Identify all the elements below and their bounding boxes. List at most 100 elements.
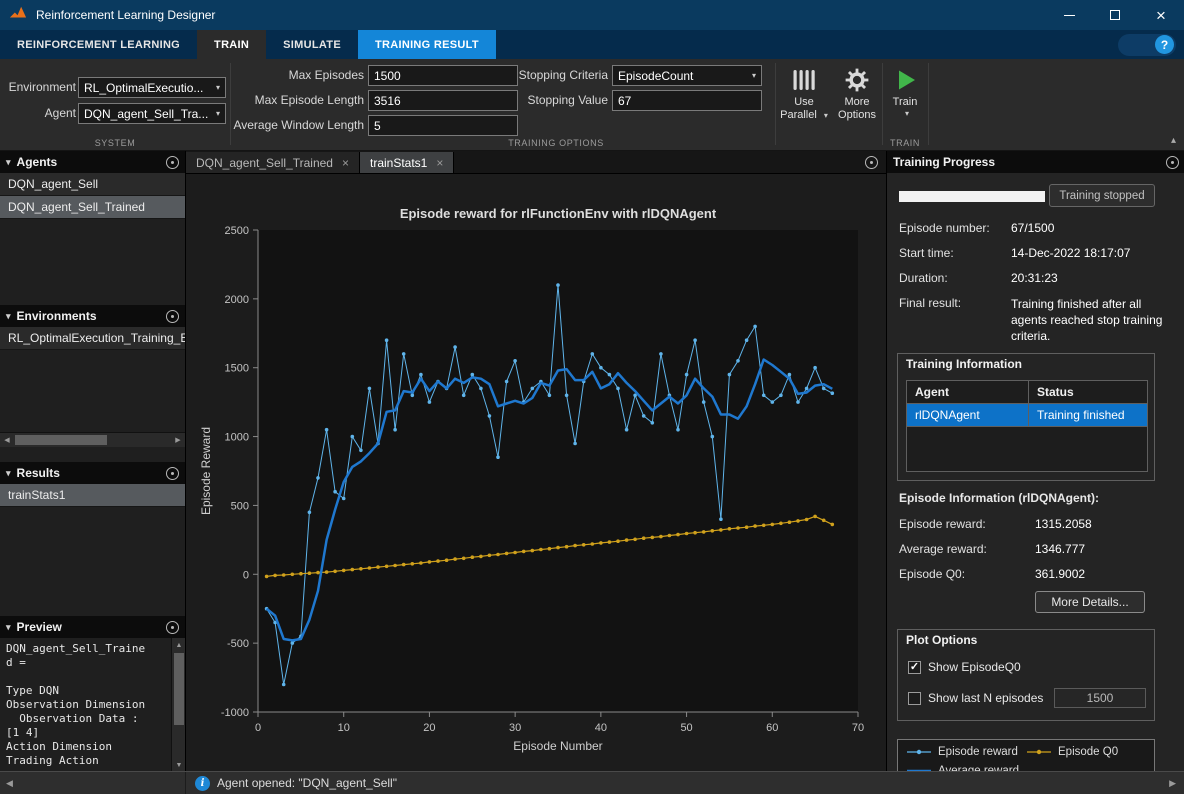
progress-fill (899, 191, 1045, 202)
maximize-button[interactable] (1092, 0, 1138, 30)
environment-select[interactable]: RL_OptimalExecutio... ▾ (78, 77, 226, 98)
svg-text:Episode Number: Episode Number (513, 739, 602, 753)
toolbar-separator (882, 63, 883, 145)
vertical-scrollbar[interactable]: ▲ ▼ (171, 638, 185, 772)
scroll-left-icon[interactable]: ◀ (0, 433, 14, 447)
panel-actions-icon[interactable] (166, 156, 179, 169)
ribbon-tab-training-result[interactable]: TRAINING RESULT (358, 30, 496, 59)
ribbon-tabstrip: REINFORCEMENT LEARNING TRAIN SIMULATE TR… (0, 30, 1184, 59)
agent-cell: rlDQNAgent (907, 404, 1029, 426)
show-last-n-checkbox[interactable] (908, 692, 921, 705)
tab-dqn-agent-sell-trained[interactable]: DQN_agent_Sell_Trained × (186, 152, 360, 173)
environments-panel-header[interactable]: ▾ Environments (0, 305, 185, 327)
training-information-table: Agent Status rlDQNAgent Training finishe… (906, 380, 1148, 472)
panel-actions-icon[interactable] (166, 621, 179, 634)
training-stopped-button[interactable]: Training stopped (1049, 184, 1155, 207)
column-header-agent: Agent (907, 381, 1029, 403)
svg-text:50: 50 (680, 722, 692, 734)
agent-select[interactable]: DQN_agent_Sell_Tra... ▾ (78, 103, 226, 124)
collapse-triangle-icon: ▾ (6, 468, 11, 479)
horizontal-scrollbar[interactable]: ◀ ▶ (0, 432, 185, 447)
max-episode-length-input[interactable] (368, 90, 518, 111)
app-window: Reinforcement Learning Designer × REINFO… (0, 0, 1184, 794)
svg-text:0: 0 (243, 569, 249, 581)
svg-text:-1000: -1000 (221, 707, 249, 719)
collapse-triangle-icon: ▾ (6, 622, 11, 633)
final-result-label: Final result: (899, 296, 961, 310)
list-item[interactable]: DQN_agent_Sell (0, 173, 185, 196)
help-button[interactable]: ? (1155, 35, 1174, 54)
training-progress-bar (899, 191, 1045, 202)
tabbar-actions-icon[interactable] (865, 156, 878, 169)
results-panel-header[interactable]: ▾ Results (0, 462, 185, 484)
last-n-episodes-input[interactable] (1054, 688, 1146, 708)
max-episodes-input[interactable] (368, 65, 518, 86)
preview-panel-title: Preview (17, 620, 62, 634)
training-progress-header[interactable]: Training Progress (887, 151, 1184, 173)
scrollbar-thumb[interactable] (15, 435, 107, 445)
svg-text:2500: 2500 (225, 225, 249, 237)
average-window-length-input[interactable] (368, 115, 518, 136)
stopping-criteria-value: EpisodeCount (618, 69, 693, 83)
episode-reward-value: 1315.2058 (1035, 517, 1092, 531)
statusbar-left-nav[interactable]: ◀ (0, 772, 186, 794)
table-header-row: Agent Status (907, 381, 1147, 404)
panel-actions-icon[interactable] (166, 310, 179, 323)
chevron-down-icon: ▾ (824, 111, 828, 120)
svg-text:40: 40 (595, 722, 607, 734)
scroll-down-icon[interactable]: ▼ (172, 758, 185, 772)
scroll-right-icon[interactable]: ▶ (171, 433, 185, 447)
chevron-down-icon: ▾ (216, 83, 220, 92)
nav-left-icon: ◀ (6, 778, 13, 789)
collapse-triangle-icon: ▾ (6, 157, 11, 168)
ribbon-tab-train[interactable]: TRAIN (197, 30, 266, 59)
panel-actions-icon[interactable] (166, 467, 179, 480)
more-options-button[interactable]: More Options (833, 67, 881, 122)
ribbon-tab-simulate[interactable]: SIMULATE (266, 30, 358, 59)
ribbon-tab-reinforcement-learning[interactable]: REINFORCEMENT LEARNING (0, 30, 197, 59)
panel-actions-icon[interactable] (1166, 156, 1179, 169)
environment-value: RL_OptimalExecutio... (84, 81, 203, 95)
close-tab-icon[interactable]: × (436, 156, 443, 170)
duration-label: Duration: (899, 271, 948, 285)
chart-legend: Episode rewardEpisode Q0Average reward (897, 739, 1155, 771)
svg-text:1000: 1000 (225, 432, 249, 444)
max-episode-length-label: Max Episode Length (226, 90, 364, 111)
help-pill: ? (1118, 34, 1176, 56)
scrollbar-thumb[interactable] (174, 653, 184, 725)
use-parallel-button[interactable]: Use Parallel ▾ (775, 67, 833, 122)
preview-panel-header[interactable]: ▾ Preview (0, 616, 185, 638)
agents-panel-header[interactable]: ▾ Agents (0, 151, 185, 173)
close-tab-icon[interactable]: × (342, 156, 349, 170)
svg-text:-500: -500 (227, 638, 249, 650)
training-options-section-label: TRAINING OPTIONS (230, 138, 882, 148)
collapse-triangle-icon: ▾ (6, 311, 11, 322)
table-row[interactable]: rlDQNAgent Training finished (907, 404, 1147, 427)
list-item[interactable]: trainStats1 (0, 484, 185, 507)
toolbar-separator (230, 63, 231, 145)
list-item[interactable]: DQN_agent_Sell_Trained (0, 196, 185, 219)
scroll-up-icon[interactable]: ▲ (172, 638, 185, 652)
preview-text: DQN_agent_Sell_Traine d = Type DQN Obser… (6, 642, 167, 768)
maximize-icon (1110, 10, 1120, 20)
average-reward-label: Average reward: (899, 542, 987, 556)
svg-text:1500: 1500 (225, 363, 249, 375)
tab-trainstats1[interactable]: trainStats1 × (360, 152, 454, 173)
train-button[interactable]: Train ▾ (882, 67, 928, 118)
agents-panel-title: Agents (17, 155, 58, 169)
training-plot: 010203040506070-1000-5000500100015002000… (186, 174, 886, 771)
agents-list: DQN_agent_Sell DQN_agent_Sell_Trained (0, 173, 185, 305)
more-details-button[interactable]: More Details... (1035, 591, 1145, 613)
list-item[interactable]: RL_OptimalExecution_Training_E (0, 327, 185, 350)
minimize-button[interactable] (1046, 0, 1092, 30)
stopping-value-input[interactable] (612, 90, 762, 111)
close-button[interactable]: × (1138, 0, 1184, 30)
episode-q0-label: Episode Q0: (899, 567, 965, 581)
duration-value: 20:31:23 (1011, 271, 1058, 285)
stopping-criteria-select[interactable]: EpisodeCount ▾ (612, 65, 762, 86)
show-episode-q0-checkbox[interactable]: ✓ (908, 661, 921, 674)
statusbar-right-nav[interactable]: ▶ (1169, 778, 1184, 789)
average-reward-value: 1346.777 (1035, 542, 1085, 556)
toolbar-separator (775, 63, 776, 145)
collapse-ribbon-icon[interactable]: ▴ (1171, 135, 1176, 146)
